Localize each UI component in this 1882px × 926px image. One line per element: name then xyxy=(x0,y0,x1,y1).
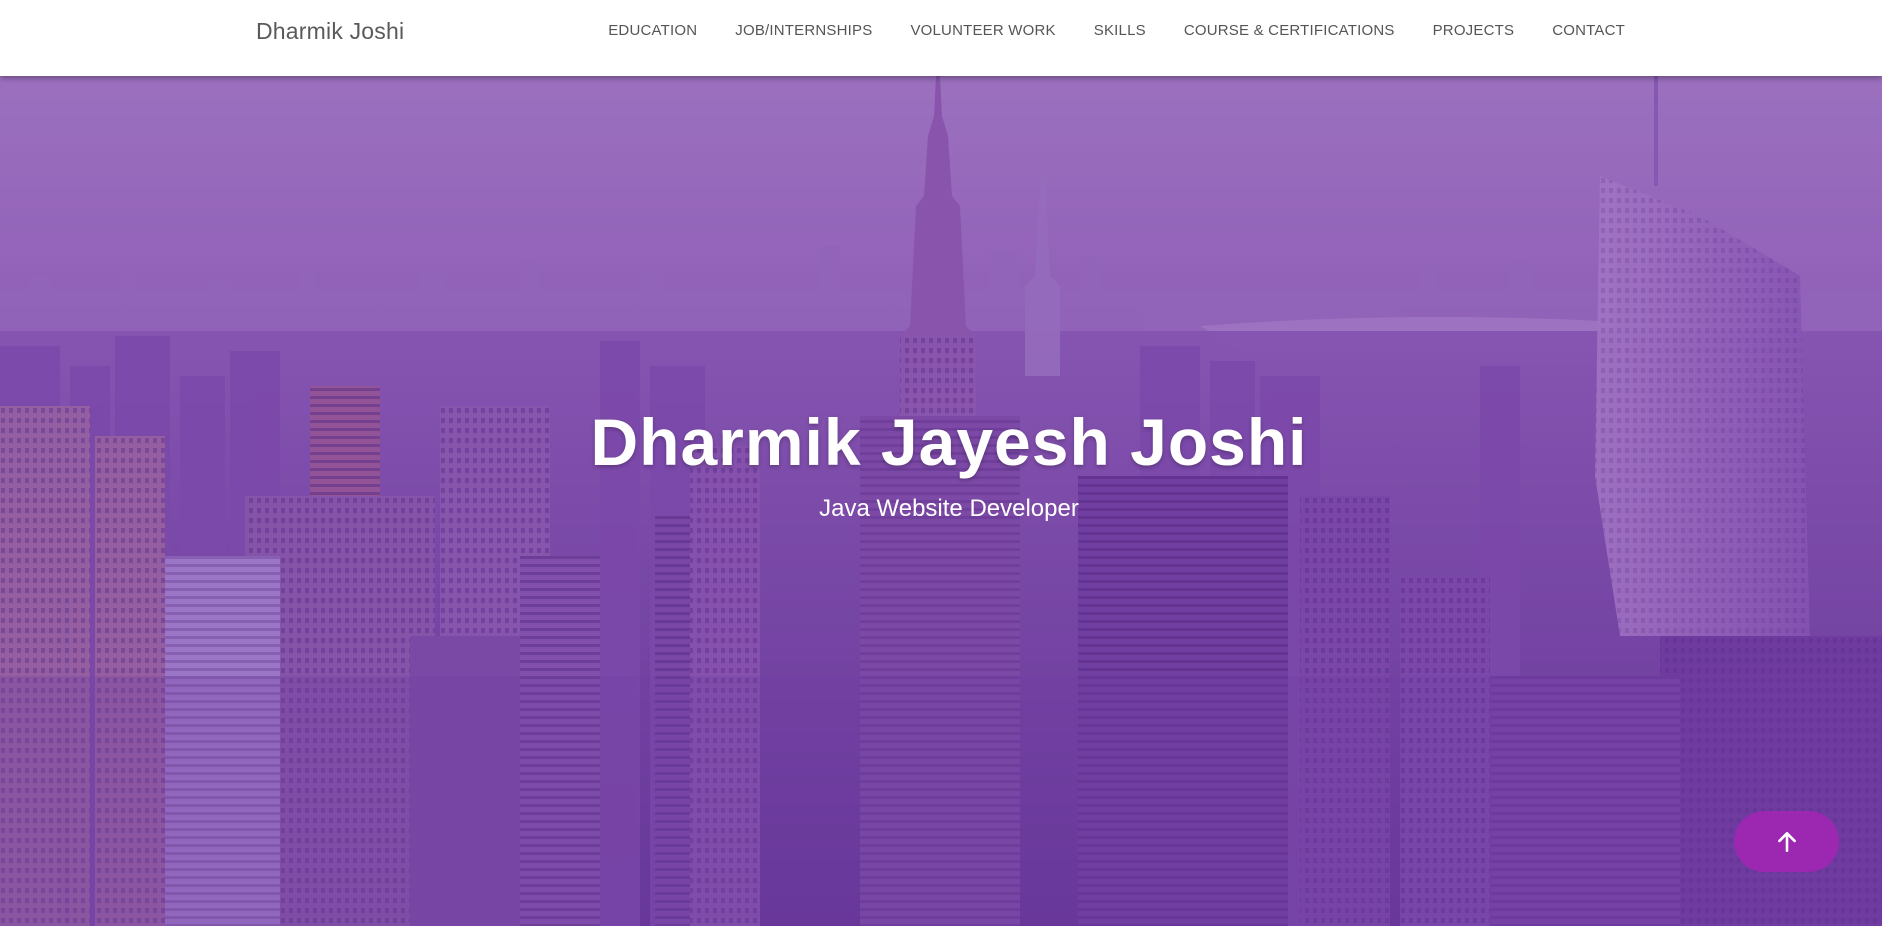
hero-subtitle: Java Website Developer xyxy=(819,495,1079,522)
hero-title: Dharmik Jayesh Joshi xyxy=(590,405,1308,479)
nav-item-skills: SKILLS xyxy=(1094,22,1146,40)
scroll-to-top-button[interactable] xyxy=(1734,811,1839,872)
nav-link-courses[interactable]: COURSE & CERTIFICATIONS xyxy=(1184,22,1395,39)
nav-link-skills[interactable]: SKILLS xyxy=(1094,22,1146,39)
hero-section: Dharmik Jayesh Joshi Java Website Develo… xyxy=(0,76,1882,926)
nav-item-contact: CONTACT xyxy=(1552,22,1625,40)
nav-link-projects[interactable]: PROJECTS xyxy=(1433,22,1515,39)
nav-link-job-internships[interactable]: JOB/INTERNSHIPS xyxy=(735,22,872,39)
nav-link-volunteer-work[interactable]: VOLUNTEER WORK xyxy=(910,22,1055,39)
nav-item-projects: PROJECTS xyxy=(1433,22,1515,40)
nav-link-contact[interactable]: CONTACT xyxy=(1552,22,1625,39)
nav-item-job-internships: JOB/INTERNSHIPS xyxy=(735,22,872,40)
top-navbar: Dharmik Joshi EDUCATION JOB/INTERNSHIPS … xyxy=(0,0,1882,76)
brand-link[interactable]: Dharmik Joshi xyxy=(256,18,404,45)
nav-item-education: EDUCATION xyxy=(608,22,697,40)
nav-item-volunteer-work: VOLUNTEER WORK xyxy=(910,22,1055,40)
nav-menu: EDUCATION JOB/INTERNSHIPS VOLUNTEER WORK… xyxy=(570,0,1625,62)
nav-item-courses: COURSE & CERTIFICATIONS xyxy=(1184,22,1395,40)
nav-link-education[interactable]: EDUCATION xyxy=(608,22,697,39)
arrow-up-icon xyxy=(1777,831,1796,852)
